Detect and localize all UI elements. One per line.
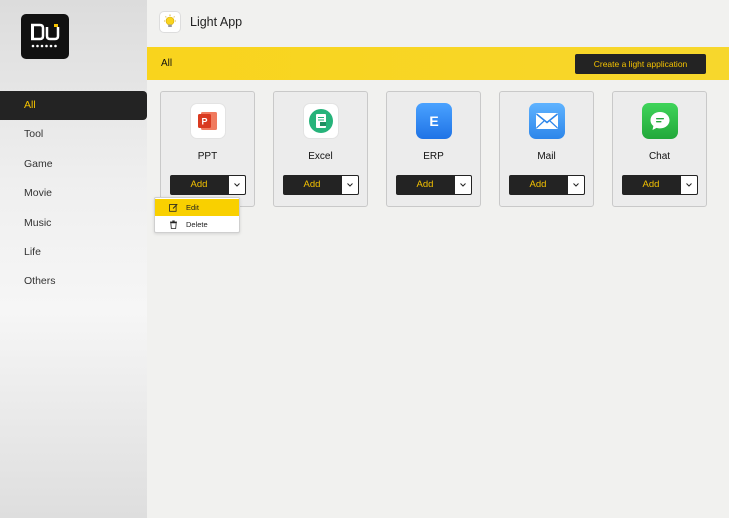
dropdown-toggle[interactable] xyxy=(680,175,698,195)
menu-item-label: Edit xyxy=(186,203,199,212)
app-name: Excel xyxy=(308,151,333,162)
header: Light App xyxy=(147,0,729,46)
svg-text:E: E xyxy=(429,113,438,129)
logo-icon xyxy=(31,23,60,47)
add-button[interactable]: Add xyxy=(283,175,341,195)
app-card-erp: E ERP Add xyxy=(386,91,481,207)
create-light-app-button[interactable]: Create a light application xyxy=(575,54,706,74)
chevron-down-icon xyxy=(347,183,353,187)
app-name: Chat xyxy=(648,151,671,162)
sidebar-item-all[interactable]: All xyxy=(0,91,147,121)
add-button[interactable]: Add xyxy=(170,175,228,195)
sidebar-item-life[interactable]: Life xyxy=(0,238,147,267)
app-logo xyxy=(21,14,69,59)
app-name: PPT xyxy=(197,151,218,162)
sidebar-item-game[interactable]: Game xyxy=(0,150,147,179)
sidebar-item-tool[interactable]: Tool xyxy=(0,120,147,149)
menu-item-delete[interactable]: Delete xyxy=(155,216,239,233)
add-button-group: Add xyxy=(509,175,585,195)
app-card-ppt: P PPT Add xyxy=(160,91,255,207)
powerpoint-icon: P xyxy=(190,103,226,139)
mail-icon xyxy=(529,103,565,139)
chevron-down-icon xyxy=(234,183,240,187)
dropdown-toggle[interactable] xyxy=(567,175,585,195)
add-button[interactable]: Add xyxy=(622,175,680,195)
add-button-group: Add xyxy=(283,175,359,195)
chat-icon xyxy=(642,103,678,139)
menu-item-label: Delete xyxy=(186,220,208,229)
add-button[interactable]: Add xyxy=(396,175,454,195)
trash-icon xyxy=(170,220,177,229)
chevron-down-icon xyxy=(573,183,579,187)
sidebar-item-music[interactable]: Music xyxy=(0,209,147,238)
dropdown-toggle[interactable] xyxy=(454,175,472,195)
page-title: Light App xyxy=(190,15,243,29)
sidebar: All Tool Game Movie Music Life Others xyxy=(0,0,147,518)
menu-item-edit[interactable]: Edit xyxy=(155,199,239,216)
chevron-down-icon xyxy=(686,183,692,187)
app-options-menu: Edit Delete xyxy=(154,197,240,233)
dropdown-toggle[interactable] xyxy=(228,175,246,195)
app-name: ERP xyxy=(423,151,444,162)
excel-icon xyxy=(303,103,339,139)
lightbulb-icon xyxy=(159,11,181,33)
add-button-group: Add xyxy=(170,175,246,195)
app-card-mail: Mail Add xyxy=(499,91,594,207)
add-button-group: Add xyxy=(396,175,472,195)
add-button-group: Add xyxy=(622,175,698,195)
erp-icon: E xyxy=(416,103,452,139)
category-bar: All Create a light application xyxy=(147,47,729,80)
sidebar-item-movie[interactable]: Movie xyxy=(0,179,147,208)
dropdown-toggle[interactable] xyxy=(341,175,359,195)
app-card-chat: Chat Add xyxy=(612,91,707,207)
edit-icon xyxy=(169,203,178,212)
current-category-label: All xyxy=(161,58,173,69)
sidebar-item-others[interactable]: Others xyxy=(0,267,147,296)
app-card-excel: Excel Add xyxy=(273,91,368,207)
add-button[interactable]: Add xyxy=(509,175,567,195)
category-nav: All Tool Game Movie Music Life Others xyxy=(0,91,147,297)
chevron-down-icon xyxy=(460,183,466,187)
svg-text:P: P xyxy=(201,117,207,127)
app-name: Mail xyxy=(537,151,556,162)
